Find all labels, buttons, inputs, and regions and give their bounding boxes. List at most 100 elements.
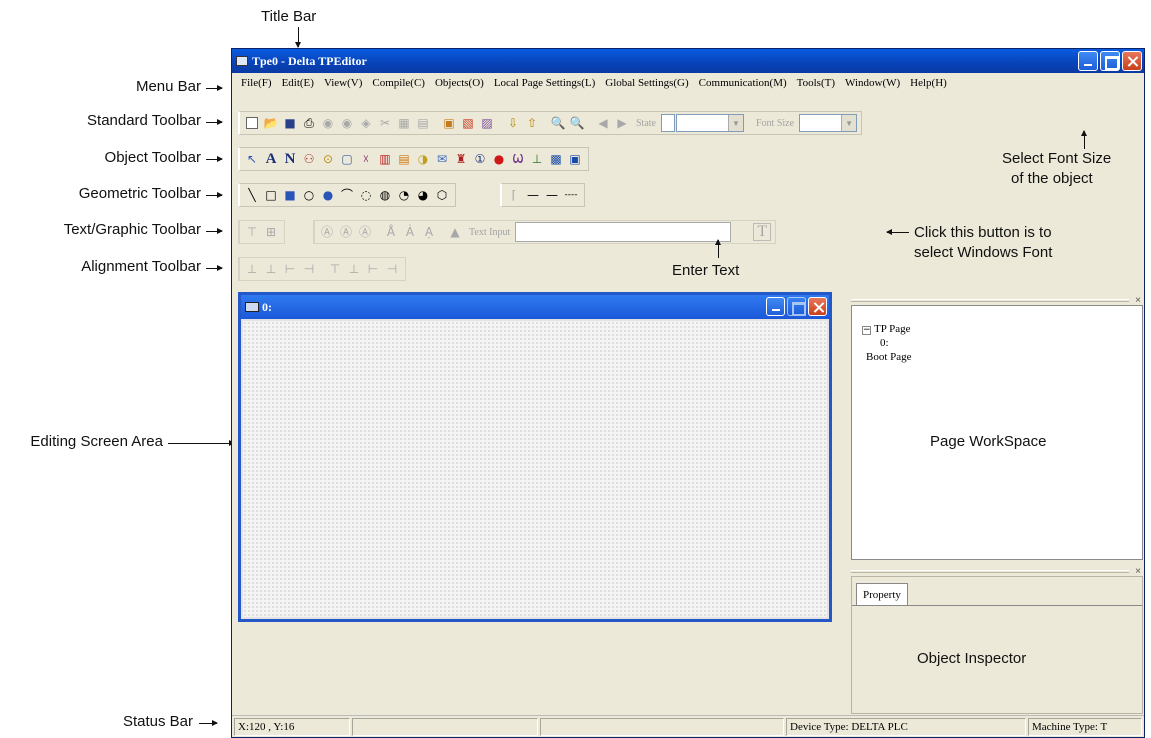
line-style-dashed-icon[interactable]: ---- (562, 186, 580, 204)
page-new-icon[interactable]: ▣ (440, 114, 458, 132)
zoom-in-icon[interactable]: 🔍 (549, 114, 567, 132)
align-middle-icon[interactable]: ⊞ (262, 223, 280, 241)
alarm-icon[interactable]: ♜ (452, 150, 470, 168)
text-bottom-icon[interactable]: Ạ (420, 223, 438, 241)
polygon-icon[interactable]: ⬡ (433, 186, 451, 204)
curve-icon[interactable]: Ѡ (509, 150, 527, 168)
cut-icon[interactable]: ✂ (376, 114, 394, 132)
page-import-icon[interactable]: ▧ (459, 114, 477, 132)
next-page-icon[interactable]: ▶ (613, 114, 631, 132)
page-export-icon[interactable]: ▨ (478, 114, 496, 132)
copy-icon[interactable]: ▦ (395, 114, 413, 132)
new-file-icon[interactable] (243, 114, 261, 132)
distribute-vertical-icon[interactable]: ⊤ (326, 260, 344, 278)
chevron-down-icon[interactable]: ▼ (841, 115, 857, 131)
picture-icon[interactable]: ▣ (566, 150, 584, 168)
multistate-icon[interactable]: ⚇ (300, 150, 318, 168)
filled-circle-icon[interactable]: ● (319, 186, 337, 204)
child-maximize-button[interactable] (787, 297, 806, 316)
align-objects-top-icon[interactable]: ⊥ (243, 260, 261, 278)
menu-communication[interactable]: Communication(M) (696, 77, 794, 89)
menu-global-settings[interactable]: Global Settings(G) (602, 77, 695, 89)
rectangle-icon[interactable]: □ (262, 186, 280, 204)
title-bar[interactable]: Tpe0 - Delta TPEditor (232, 49, 1144, 73)
numeric-object-icon[interactable]: N (281, 150, 299, 168)
scale-icon[interactable]: ⊥ (528, 150, 546, 168)
text-input-field[interactable] (515, 222, 732, 242)
maximize-button[interactable] (1100, 51, 1120, 71)
button-object-icon[interactable]: ⊙ (319, 150, 337, 168)
line-style-none-icon[interactable]: ⌈ (505, 186, 523, 204)
menu-file[interactable]: File(F) (238, 77, 279, 89)
prev-page-icon[interactable]: ◀ (594, 114, 612, 132)
menu-compile[interactable]: Compile(C) (369, 77, 432, 89)
justify-left-icon[interactable]: Ⓐ (318, 223, 336, 241)
panel-grip[interactable] (851, 570, 1129, 573)
tree-item-page-0[interactable]: 0: (862, 336, 912, 350)
align-objects-bottom-icon[interactable]: ⊥ (262, 260, 280, 278)
upload-icon[interactable]: ⇧ (523, 114, 541, 132)
state-select[interactable]: ▼ (676, 114, 744, 132)
save-icon[interactable]: ■ (281, 114, 299, 132)
indicator-icon[interactable]: ▢ (338, 150, 356, 168)
same-width-icon[interactable]: ⊢ (364, 260, 382, 278)
same-height-icon[interactable]: ⊣ (383, 260, 401, 278)
number-input-icon[interactable]: ① (471, 150, 489, 168)
close-button[interactable] (1122, 51, 1142, 71)
menu-view[interactable]: View(V) (321, 77, 369, 89)
windows-font-button[interactable]: T (753, 223, 772, 241)
line-icon[interactable]: ╲ (243, 186, 261, 204)
filled-pie-icon[interactable]: ◕ (414, 186, 432, 204)
circle-icon[interactable]: ○ (300, 186, 318, 204)
editing-screen-area[interactable] (243, 321, 827, 617)
keypad-icon[interactable]: ▤ (395, 150, 413, 168)
tab-property[interactable]: Property (856, 583, 908, 605)
tree-item-tp-page[interactable]: − TP Page (862, 322, 912, 336)
zoom-out-icon[interactable]: 🔍 (568, 114, 586, 132)
text-top-icon[interactable]: Å (382, 223, 400, 241)
print-icon[interactable]: ⎙ (300, 114, 318, 132)
redo-icon[interactable]: ◉ (338, 114, 356, 132)
undo-icon[interactable]: ◉ (319, 114, 337, 132)
align-objects-right-icon[interactable]: ⊣ (300, 260, 318, 278)
menu-help[interactable]: Help(H) (907, 77, 954, 89)
tree-item-boot-page[interactable]: Boot Page (862, 350, 912, 364)
line-style-thick-icon[interactable]: — (543, 186, 561, 204)
menu-window[interactable]: Window(W) (842, 77, 907, 89)
message-icon[interactable]: ✉ (433, 150, 451, 168)
chevron-down-icon[interactable]: ▼ (728, 115, 743, 131)
trend-icon[interactable]: ☓ (357, 150, 375, 168)
panel-grip[interactable] (851, 299, 1129, 302)
distribute-horizontal-icon[interactable]: ⊥ (345, 260, 363, 278)
menu-local-page-settings[interactable]: Local Page Settings(L) (491, 77, 602, 89)
child-close-button[interactable] (808, 297, 827, 316)
text-center-icon[interactable]: Ȧ (401, 223, 419, 241)
align-top-icon[interactable]: ⊤ (243, 223, 261, 241)
eraser-icon[interactable]: ◈ (357, 114, 375, 132)
child-minimize-button[interactable] (766, 297, 785, 316)
chord-icon[interactable]: ◌ (357, 186, 375, 204)
collapse-icon[interactable]: − (862, 326, 871, 335)
chart-icon[interactable]: ▩ (547, 150, 565, 168)
select-pointer-icon[interactable]: ↖ (243, 150, 261, 168)
pie-icon[interactable]: ◔ (395, 186, 413, 204)
graphic-icon[interactable]: ▲ (446, 223, 464, 241)
minimize-button[interactable] (1078, 51, 1098, 71)
menu-tools[interactable]: Tools(T) (794, 77, 842, 89)
text-object-icon[interactable]: A (262, 150, 280, 168)
lamp-icon[interactable]: ● (490, 150, 508, 168)
download-icon[interactable]: ⇩ (504, 114, 522, 132)
filled-chord-icon[interactable]: ◍ (376, 186, 394, 204)
bar-graph-icon[interactable]: ▥ (376, 150, 394, 168)
line-style-solid-icon[interactable]: — (524, 186, 542, 204)
justify-right-icon[interactable]: Ⓐ (356, 223, 374, 241)
font-size-select[interactable]: ▼ (799, 114, 858, 132)
arc-icon[interactable]: ⌒ (338, 186, 356, 204)
editing-screen-titlebar[interactable]: 0: (241, 295, 829, 319)
paste-icon[interactable]: ▤ (414, 114, 432, 132)
justify-center-icon[interactable]: Ⓐ (337, 223, 355, 241)
meter-icon[interactable]: ◑ (414, 150, 432, 168)
menu-objects[interactable]: Objects(O) (432, 77, 491, 89)
open-folder-icon[interactable]: 📂 (262, 114, 280, 132)
filled-rectangle-icon[interactable]: ■ (281, 186, 299, 204)
